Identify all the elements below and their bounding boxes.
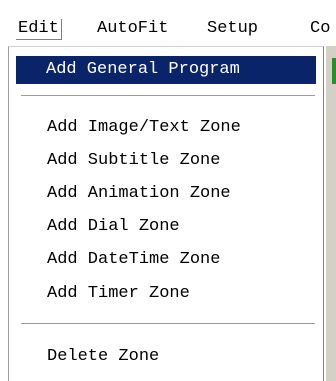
menu-edit[interactable]: Edit [15,18,62,40]
menu-bar: Edit AutoFit Setup Co [0,0,336,46]
menu-item-add-subtitle-zone[interactable]: Add Subtitle Zone [17,147,317,175]
edit-dropdown-menu: Add General Program Add Image/Text Zone … [8,46,324,381]
app-window: Edit AutoFit Setup Co Add General Progra… [0,0,336,381]
menu-item-add-general-program[interactable]: Add General Program [16,56,316,84]
menu-separator [21,323,315,325]
menu-autofit[interactable]: AutoFit [97,18,168,40]
menu-co[interactable]: Co [310,18,330,40]
menu-separator [21,95,315,97]
menu-item-add-image-text-zone[interactable]: Add Image/Text Zone [17,114,317,142]
menu-setup[interactable]: Setup [207,18,258,40]
menu-item-delete-zone[interactable]: Delete Zone [17,343,317,371]
menu-item-add-timer-zone[interactable]: Add Timer Zone [17,280,317,308]
menu-item-add-datetime-zone[interactable]: Add DateTime Zone [17,246,317,274]
menu-item-add-dial-zone[interactable]: Add Dial Zone [17,213,317,241]
menu-item-add-animation-zone[interactable]: Add Animation Zone [17,180,317,208]
background-green-element [332,58,336,84]
background-window-edge [326,46,336,381]
